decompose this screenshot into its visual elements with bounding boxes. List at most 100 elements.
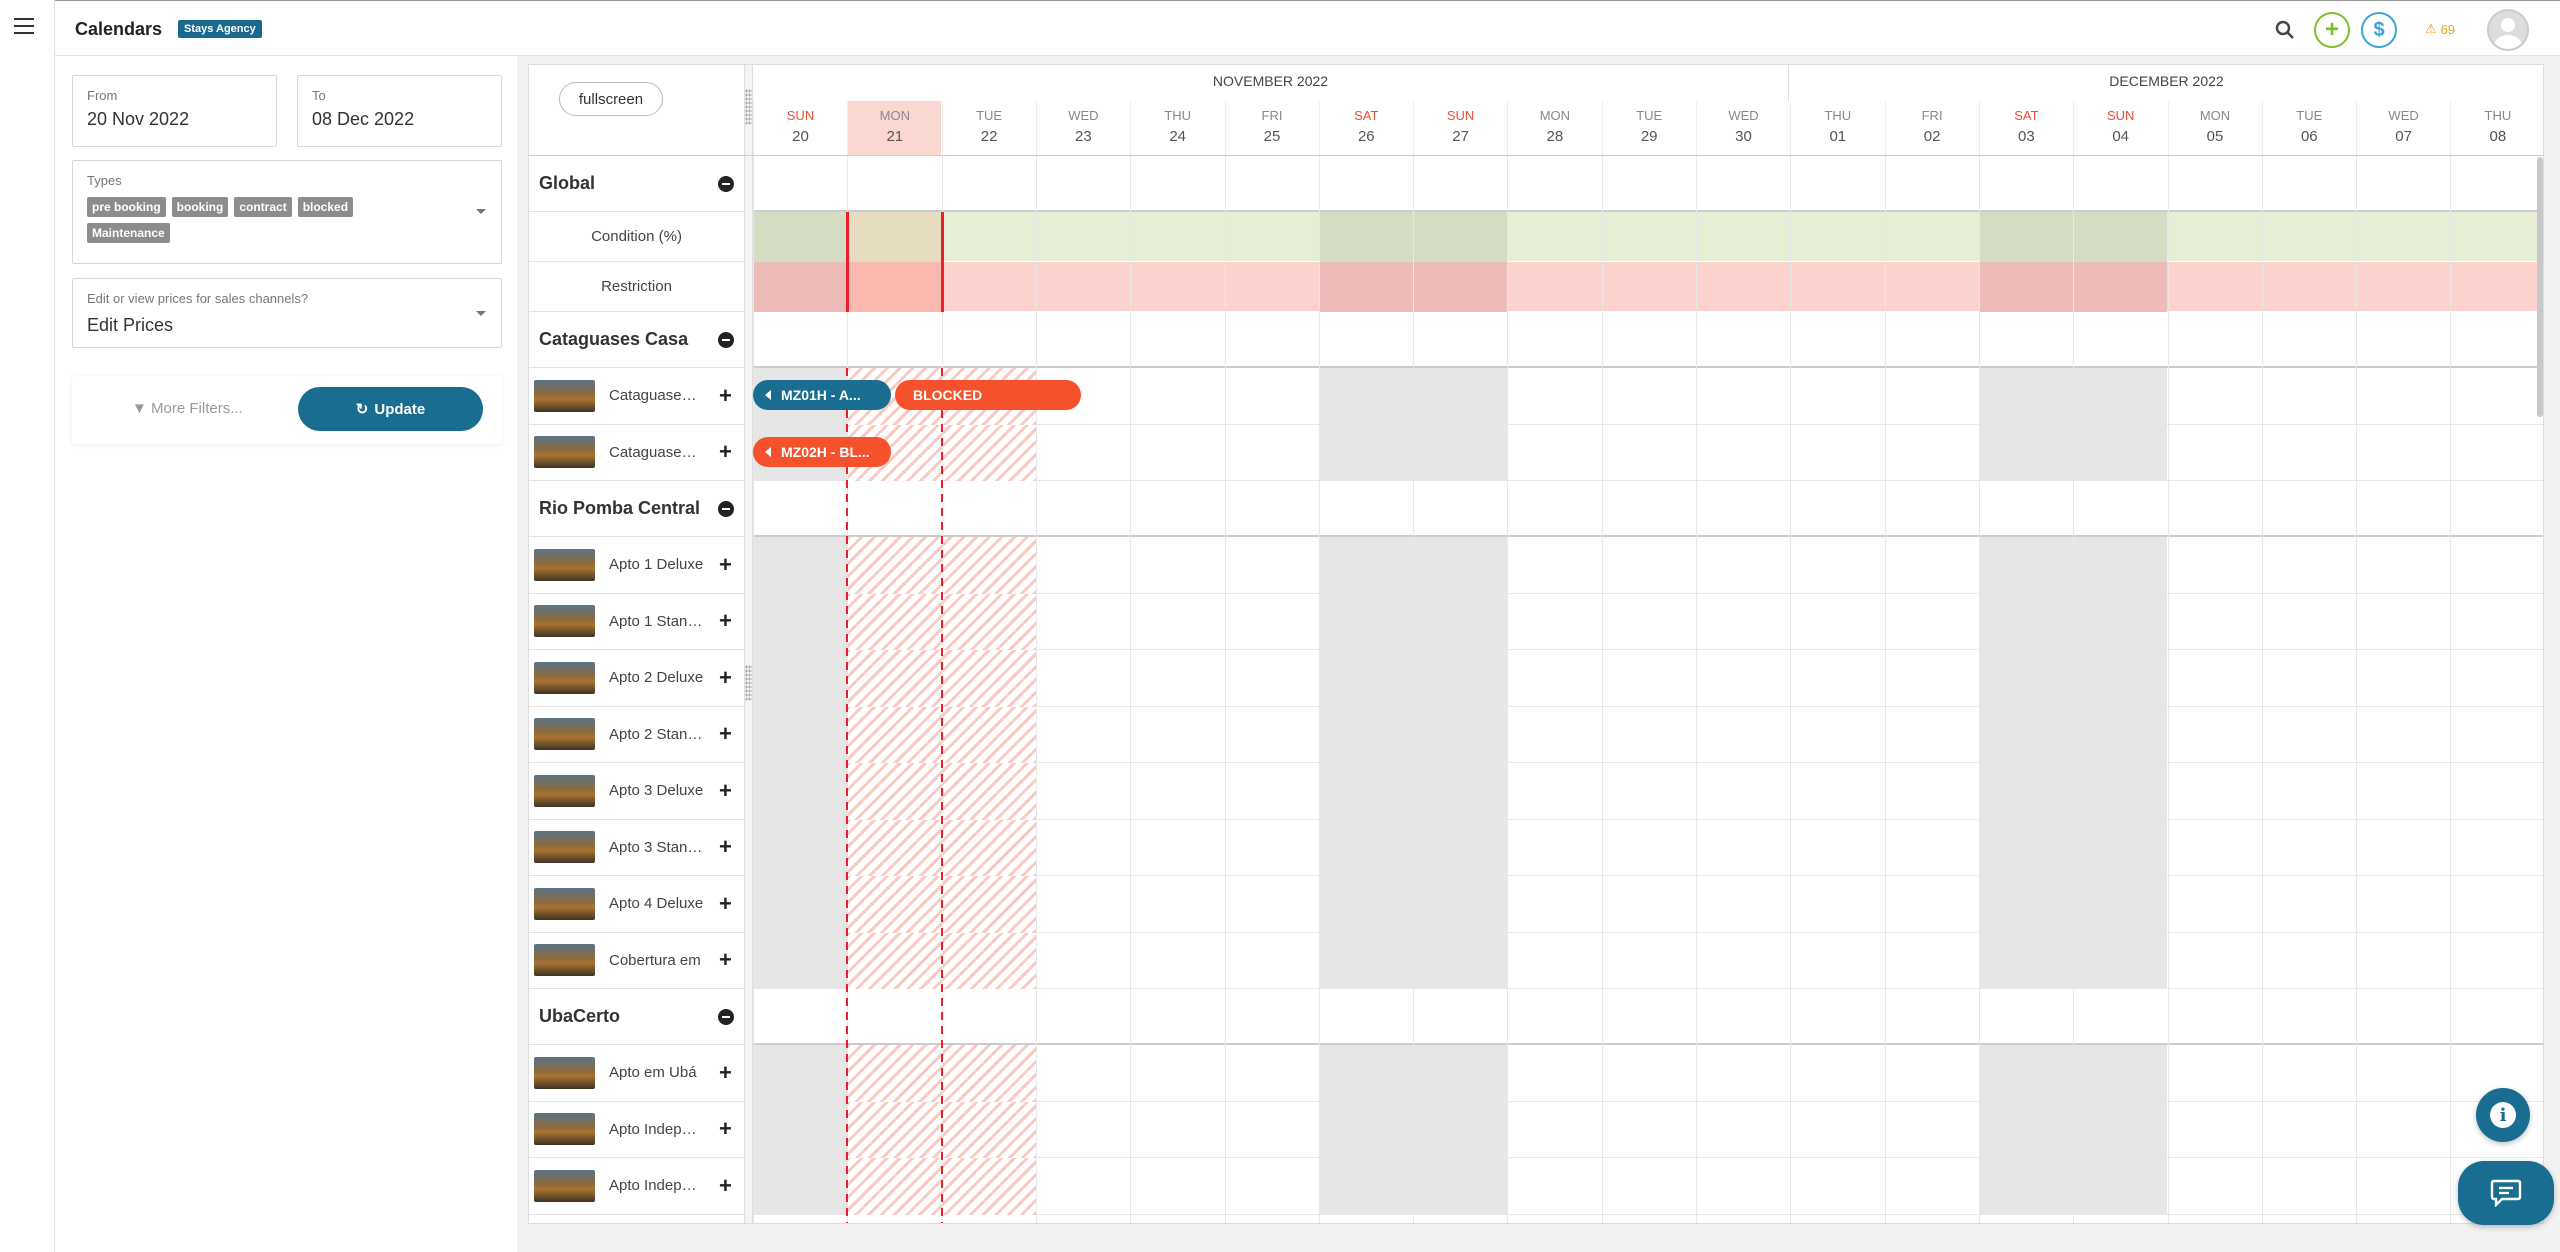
unit-name[interactable]: Apto Independente 2 (609, 1177, 704, 1194)
unit-thumbnail[interactable] (534, 605, 595, 638)
reservation-pill[interactable]: MZ02H - BL... (753, 436, 891, 467)
day-name: FRI (1921, 108, 1943, 123)
add-icon[interactable]: + (719, 892, 732, 915)
unit-name[interactable]: Apto 4 Deluxe (609, 895, 704, 912)
fullscreen-button[interactable]: fullscreen (559, 82, 663, 116)
add-icon[interactable]: + (719, 610, 732, 632)
weekend-cell (1978, 932, 2073, 988)
unit-name[interactable]: Apto 1 Deluxe (609, 556, 704, 573)
resize-handle[interactable] (745, 89, 752, 125)
unit-thumbnail[interactable] (534, 436, 595, 469)
type-chip[interactable]: booking (171, 197, 229, 217)
collapse-icon[interactable] (718, 331, 734, 348)
restriction-row: Restriction (529, 262, 744, 312)
add-icon[interactable]: + (2314, 12, 2350, 48)
unit-name[interactable]: Apto Independente (609, 1121, 704, 1138)
menu-icon[interactable] (14, 18, 34, 39)
weekend-cell (1318, 424, 1413, 480)
type-chip[interactable]: blocked (297, 197, 354, 217)
from-date-field[interactable]: From 20 Nov 2022 (72, 75, 277, 147)
reservation-pill[interactable]: BLOCKED (895, 380, 1081, 410)
more-filters-button[interactable]: ▼ More Filters... (132, 400, 243, 417)
info-button[interactable]: i (2476, 1088, 2530, 1142)
chat-button[interactable] (2458, 1161, 2554, 1225)
unit-thumbnail[interactable] (534, 774, 595, 807)
unit-thumbnail[interactable] (534, 831, 595, 864)
day-number: 25 (1263, 128, 1281, 145)
unit-thumbnail[interactable] (534, 718, 595, 751)
chevron-down-icon[interactable] (476, 209, 486, 214)
unit-name[interactable]: Apto 3 Standard (609, 839, 704, 856)
left-rail (0, 0, 55, 1252)
weekend-cell (1318, 650, 1413, 706)
type-chip[interactable]: Maintenance (87, 223, 170, 243)
search-icon[interactable] (2267, 12, 2303, 48)
unit-name[interactable]: Cobertura em (609, 952, 704, 969)
unit-row: Cobertura em + (529, 933, 744, 989)
unit-thumbnail[interactable] (534, 887, 595, 920)
add-icon[interactable]: + (719, 779, 732, 802)
unit-thumbnail[interactable] (534, 548, 595, 581)
update-button[interactable]: ↻ Update (298, 387, 483, 431)
add-icon[interactable]: + (719, 553, 732, 576)
add-icon[interactable]: + (719, 1174, 732, 1197)
collapse-icon[interactable] (718, 175, 734, 192)
weekend-cell (1318, 593, 1413, 649)
grid-line (1318, 156, 1320, 1223)
weekend-cell (1413, 424, 1508, 480)
unit-thumbnail[interactable] (534, 944, 595, 977)
unit-name[interactable]: Cataguases Casa 1 (609, 387, 704, 404)
types-select[interactable]: Types pre booking booking contract block… (72, 160, 502, 264)
weekend-cell (2073, 593, 2168, 649)
weekend-cell (2073, 1101, 2168, 1157)
reservation-pill[interactable]: MZ01H - A... (753, 380, 891, 410)
unit-thumbnail[interactable] (534, 661, 595, 694)
arrow-left-icon (765, 446, 771, 457)
dollar-icon[interactable]: $ (2361, 12, 2397, 48)
add-icon[interactable]: + (719, 1118, 732, 1140)
weekend-cell (1978, 876, 2073, 932)
group-name: Global (539, 173, 596, 193)
day-number: 24 (1169, 128, 1187, 145)
weekend-cell (1318, 932, 1413, 988)
unit-name[interactable]: Apto 2 Standard (609, 726, 704, 743)
unit-name[interactable]: Apto 1 Standard (609, 613, 704, 630)
add-icon[interactable]: + (719, 666, 732, 689)
vertical-scrollbar[interactable] (2537, 157, 2543, 417)
unit-row: Apto Independente 2 + (529, 1158, 744, 1215)
type-chip[interactable]: contract (234, 197, 292, 217)
group-band (753, 989, 2543, 1045)
avatar[interactable] (2487, 9, 2529, 51)
calendar-grid[interactable]: MZ01H - A... BLOCKED MZ02H - BL... (753, 156, 2543, 1223)
weekend-cell (753, 1101, 847, 1157)
collapse-icon[interactable] (718, 500, 734, 517)
unit-thumbnail[interactable] (534, 1169, 595, 1202)
day-name: SUN (2106, 108, 2135, 123)
weekend-cell (753, 706, 847, 762)
day-name: WED (2388, 108, 2419, 123)
unit-thumbnail[interactable] (534, 1056, 595, 1089)
unit-name[interactable]: Cataguases Casa 2 (609, 444, 704, 461)
add-icon[interactable]: + (719, 949, 732, 971)
weekend-cell (1318, 537, 1413, 593)
type-chip[interactable]: pre booking (87, 197, 166, 217)
resize-handle[interactable] (745, 665, 752, 701)
unit-thumbnail[interactable] (534, 379, 595, 412)
add-icon[interactable]: + (719, 1061, 732, 1084)
day-number: 26 (1357, 128, 1375, 145)
add-icon[interactable]: + (719, 723, 732, 745)
add-icon[interactable]: + (719, 384, 732, 407)
prices-select[interactable]: Edit or view prices for sales channels? … (72, 278, 502, 348)
chevron-down-icon[interactable] (476, 311, 486, 316)
to-date-field[interactable]: To 08 Dec 2022 (297, 75, 502, 147)
unit-name[interactable]: Apto 3 Deluxe (609, 782, 704, 799)
unit-thumbnail[interactable] (534, 1113, 595, 1146)
unit-name[interactable]: Apto em Ubá (609, 1064, 704, 1081)
collapse-icon[interactable] (718, 1008, 734, 1025)
add-icon[interactable]: + (719, 441, 732, 463)
to-label: To (312, 88, 326, 103)
alert-button[interactable]: ⚠ 69 (2425, 21, 2455, 37)
unit-name[interactable]: Apto 2 Deluxe (609, 669, 704, 686)
add-icon[interactable]: + (719, 836, 732, 858)
prices-label: Edit or view prices for sales channels? (87, 291, 309, 306)
